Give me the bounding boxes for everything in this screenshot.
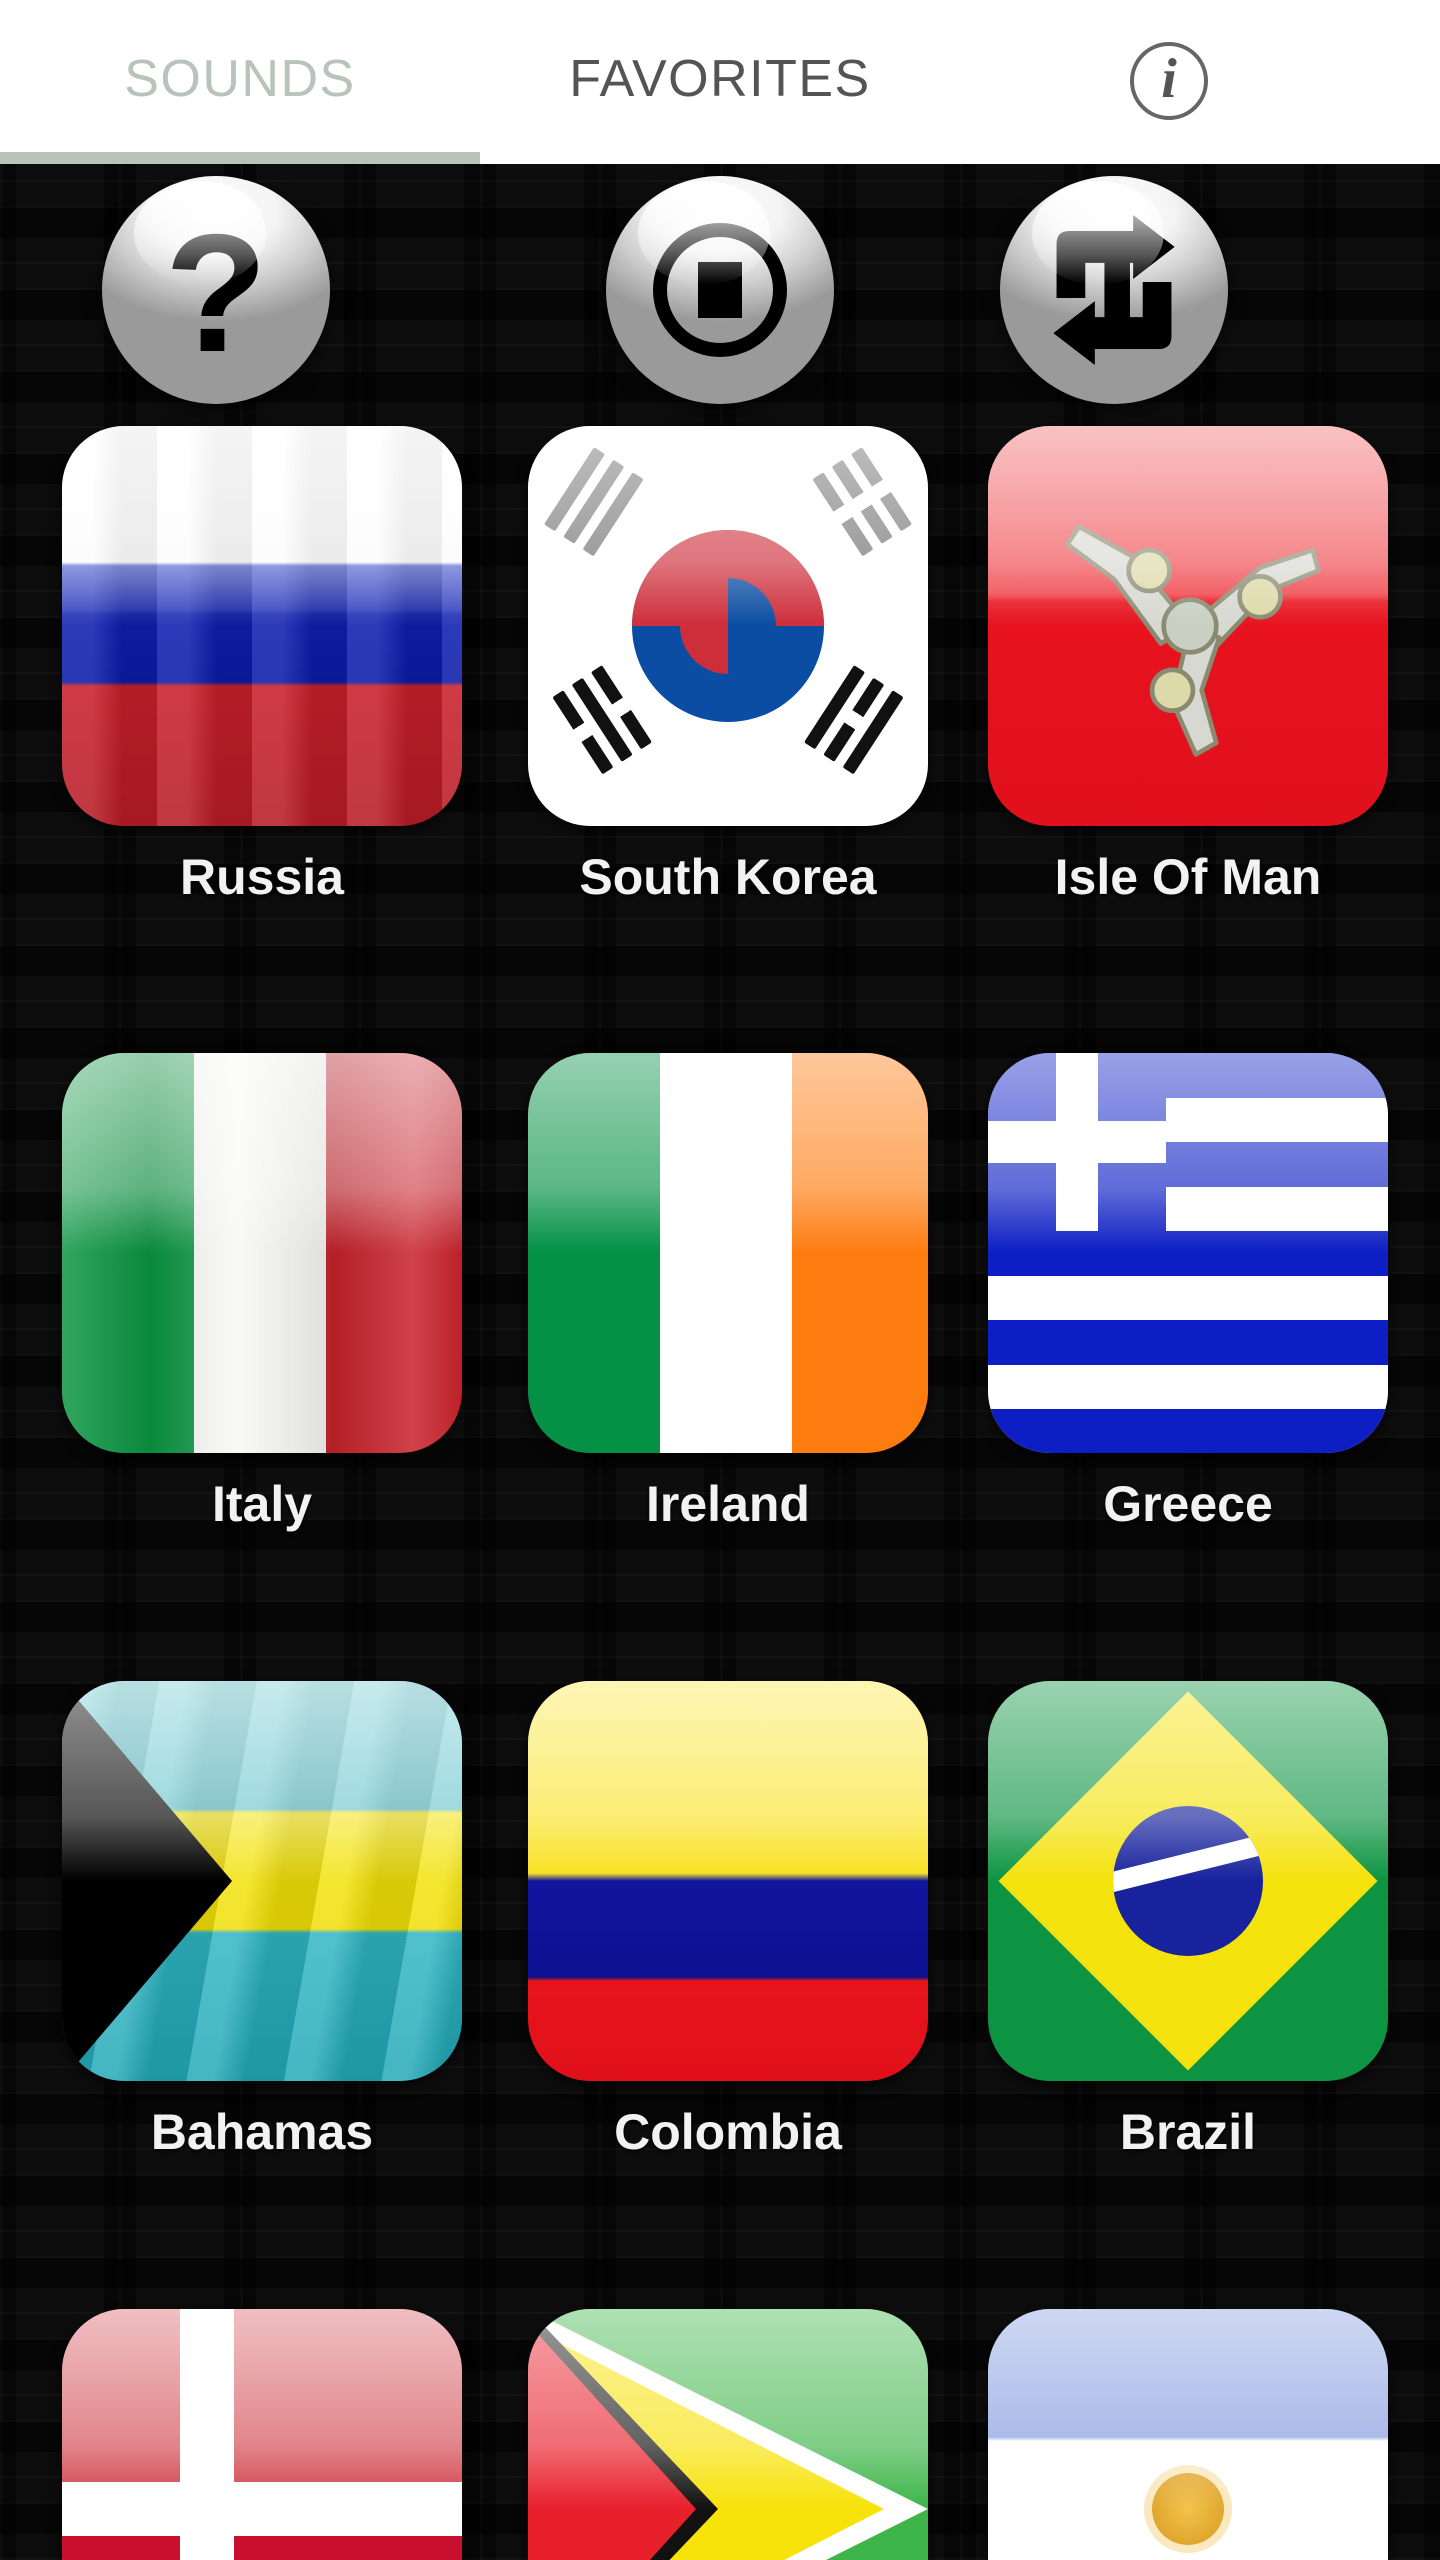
flag-cell-south-korea[interactable]: South Korea	[528, 426, 928, 906]
flag-cell-italy[interactable]: Italy	[62, 1053, 462, 1533]
flag-cell-guyana[interactable]: Guyana	[528, 2309, 928, 2560]
stop-button[interactable]	[606, 176, 834, 404]
active-tab-indicator	[0, 152, 480, 164]
bahamas-flag-icon[interactable]	[62, 1681, 462, 2081]
tab-bar: SOUNDS FAVORITES i	[0, 0, 1440, 164]
italy-flag-icon[interactable]	[62, 1053, 462, 1453]
flag-cell-greece[interactable]: Greece	[988, 1053, 1388, 1533]
repeat-icon	[1053, 215, 1175, 365]
flag-label: Colombia	[614, 2104, 842, 2160]
south-korea-flag-icon[interactable]	[528, 426, 928, 826]
flag-cell-argentina[interactable]: Argentina	[988, 2309, 1388, 2560]
isle-of-man-flag-icon[interactable]	[988, 426, 1388, 826]
flag-label: Italy	[211, 1476, 313, 1532]
ireland-flag-icon[interactable]	[528, 1053, 928, 1453]
question-mark-icon: ?	[164, 199, 268, 387]
flag-cell-ireland[interactable]: Ireland	[528, 1053, 928, 1533]
control-button-row: ?	[0, 176, 1440, 406]
info-glyph: i	[1161, 48, 1177, 110]
flag-cell-isle-of-man[interactable]: Isle Of Man	[988, 426, 1388, 906]
flag-label: South Korea	[579, 849, 877, 905]
help-button[interactable]: ?	[102, 176, 330, 404]
denmark-flag-icon[interactable]	[62, 2309, 462, 2560]
tab-sounds-label: SOUNDS	[124, 50, 356, 108]
repeat-button[interactable]	[1000, 176, 1228, 404]
flag-label: Isle Of Man	[1054, 849, 1322, 905]
content-area: ? Russia South Korea Isle Of Man Italy I…	[0, 164, 1440, 2560]
tab-favorites-label: FAVORITES	[569, 50, 871, 108]
stop-square	[698, 262, 742, 318]
tab-favorites[interactable]: FAVORITES	[480, 0, 960, 158]
brazil-flag-icon[interactable]	[988, 1681, 1388, 2081]
colombia-flag-icon[interactable]	[528, 1681, 928, 2081]
flag-label: Bahamas	[150, 2104, 374, 2160]
flag-cell-denmark[interactable]: Denmark	[62, 2309, 462, 2560]
flag-cell-colombia[interactable]: Colombia	[528, 1681, 928, 2161]
flag-cell-bahamas[interactable]: Bahamas	[62, 1681, 462, 2161]
greece-flag-icon[interactable]	[988, 1053, 1388, 1453]
guyana-flag-icon[interactable]	[528, 2309, 928, 2560]
flag-label: Greece	[1103, 1476, 1273, 1532]
info-icon[interactable]: i	[1130, 42, 1208, 120]
argentina-flag-icon[interactable]	[988, 2309, 1388, 2560]
flag-label: Brazil	[1119, 2104, 1257, 2160]
flag-cell-brazil[interactable]: Brazil	[988, 1681, 1388, 2161]
flag-label: Russia	[180, 849, 344, 905]
triskelion-icon	[1065, 524, 1321, 757]
flag-label: Ireland	[646, 1476, 810, 1532]
tab-sounds[interactable]: SOUNDS	[0, 0, 480, 158]
stop-icon	[653, 223, 787, 357]
russia-flag-icon[interactable]	[62, 426, 462, 826]
flag-cell-russia[interactable]: Russia	[62, 426, 462, 906]
